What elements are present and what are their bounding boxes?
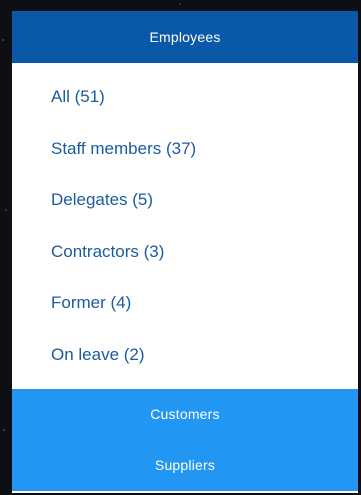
section-header-employees[interactable]: Employees bbox=[12, 11, 358, 63]
list-item-contractors[interactable]: Contractors (3) bbox=[12, 226, 358, 278]
list-item-staff-members[interactable]: Staff members (37) bbox=[12, 123, 358, 175]
section-header-customers[interactable]: Customers bbox=[12, 389, 358, 440]
section-header-suppliers[interactable]: Suppliers bbox=[12, 440, 358, 491]
employees-list: All (51) Staff members (37) Delegates (5… bbox=[12, 63, 358, 389]
list-item-former[interactable]: Former (4) bbox=[12, 277, 358, 329]
list-item-on-leave[interactable]: On leave (2) bbox=[12, 329, 358, 381]
list-item-all[interactable]: All (51) bbox=[12, 71, 358, 123]
accordion-panel: Employees All (51) Staff members (37) De… bbox=[12, 11, 358, 493]
list-item-delegates[interactable]: Delegates (5) bbox=[12, 174, 358, 226]
